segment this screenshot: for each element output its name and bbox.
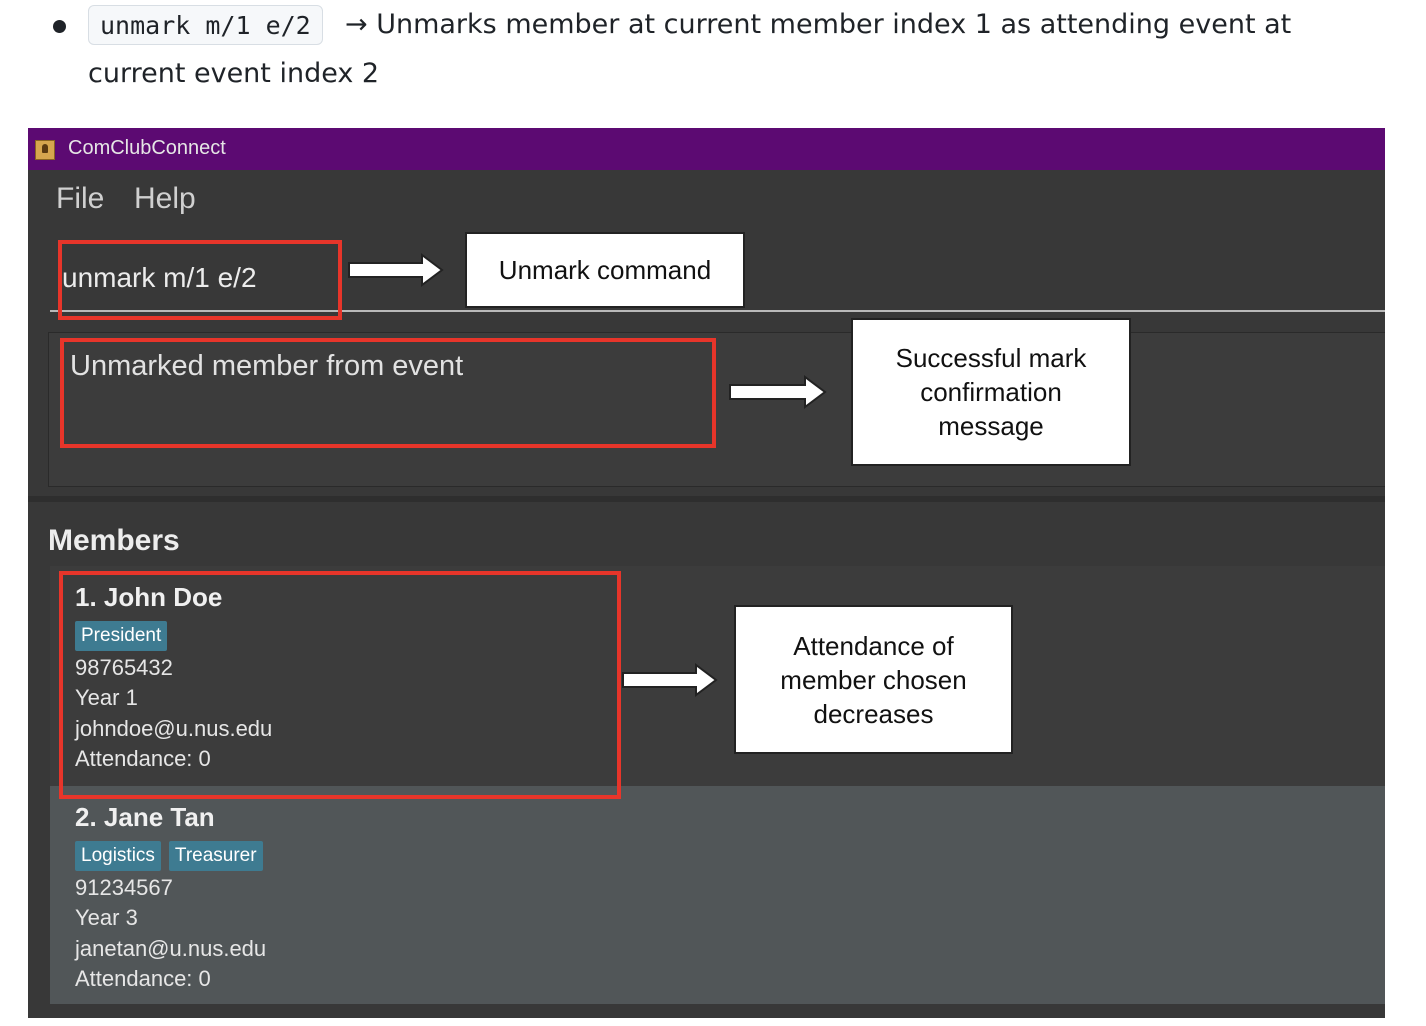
member-phone: 91234567 — [75, 875, 173, 900]
inline-code: unmark m/1 e/2 — [88, 5, 323, 45]
window-title: ComClubConnect — [68, 137, 226, 159]
callout-message: Successful mark confirmation message — [851, 318, 1131, 466]
callout-message-line: confirmation — [920, 377, 1062, 407]
arrow-right-icon — [729, 375, 827, 409]
member-highlight-box — [59, 571, 621, 799]
callout-attendance-line: decreases — [813, 698, 934, 729]
doc-bullet: unmark m/1 e/2 → Unmarks member at curre… — [0, 0, 1426, 110]
menu-help[interactable]: Help — [134, 182, 196, 216]
callout-message-line: Successful mark — [895, 343, 1087, 373]
menu-file[interactable]: File — [56, 182, 104, 216]
menu-bar: File Help — [28, 170, 1385, 232]
callout-message-line: message — [938, 411, 1044, 441]
bullet-dot — [53, 20, 66, 33]
doc-description-line2: current event index 2 — [88, 58, 380, 89]
title-bar: ComClubConnect — [28, 128, 1385, 170]
arrow-right-icon — [622, 663, 718, 697]
doc-description-line1: → Unmarks member at current member index… — [345, 9, 1292, 40]
tag-badge: Logistics — [75, 841, 161, 871]
callout-attendance: Attendance of member chosen decreases — [734, 605, 1013, 754]
app-icon — [35, 140, 55, 160]
member-tags: Logistics Treasurer — [75, 841, 263, 871]
tag-badge: Treasurer — [168, 841, 263, 871]
message-highlight-box — [60, 338, 716, 448]
panel-divider — [28, 496, 1385, 502]
callout-command: Unmark command — [465, 232, 745, 308]
members-heading: Members — [48, 524, 180, 557]
member-name: 2. Jane Tan — [75, 802, 215, 832]
member-email: janetan@u.nus.edu — [75, 936, 267, 961]
member-card[interactable]: 2. Jane Tan Logistics Treasurer 91234567… — [50, 786, 1385, 1004]
command-highlight-box — [58, 240, 342, 320]
member-attendance: Attendance: 0 — [75, 966, 211, 991]
member-year: Year 3 — [75, 905, 138, 930]
callout-command-text: Unmark command — [498, 255, 712, 285]
callout-attendance-line: Attendance of — [793, 630, 954, 661]
callout-attendance-line: member chosen — [780, 664, 967, 695]
arrow-right-icon — [348, 253, 444, 287]
